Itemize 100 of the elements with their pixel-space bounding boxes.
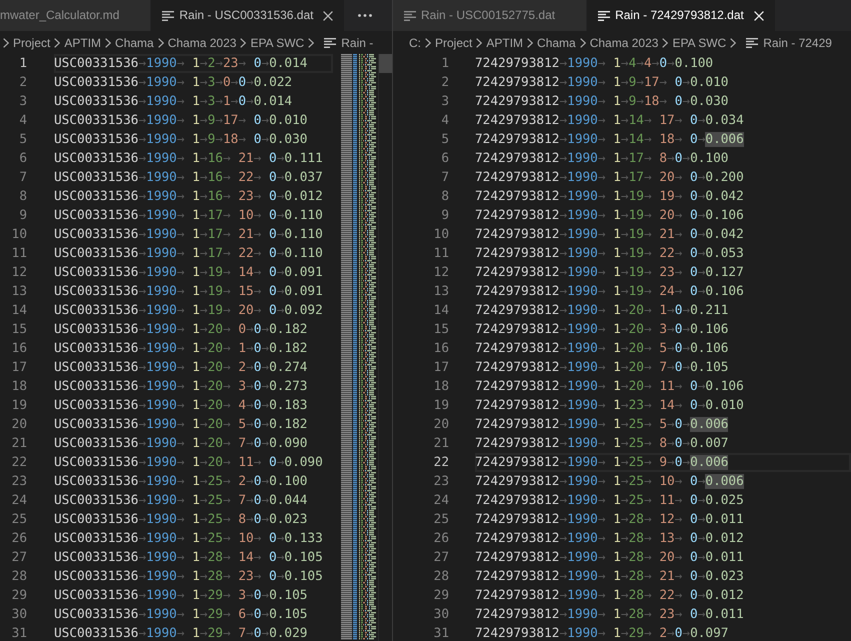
line-number: 3 <box>18 93 27 111</box>
chevron-right-icon <box>662 38 668 48</box>
line-number: 12 <box>10 264 27 282</box>
code-line: USC00331536→1990→ 1→25→ 10→ 0→0.133 <box>54 530 323 548</box>
line-number: 15 <box>10 321 27 339</box>
breadcrumb-item[interactable]: EPA SWC <box>672 36 726 50</box>
code-line: USC00331536→1990→ 1→20→ 0→0→0.182 <box>54 321 308 339</box>
line-number: 21 <box>432 435 449 453</box>
editor-tab[interactable]: Rain - USC00331536.dat <box>151 0 346 31</box>
breadcrumb-item[interactable]: Project <box>435 36 472 50</box>
code-line: USC00331536→1990→ 1→20→ 2→0→0.274 <box>54 359 308 377</box>
code-line: 72429793812→1990→ 1→9→18→ 0→0.030 <box>475 93 728 111</box>
chevron-right-icon <box>476 38 482 48</box>
lines-icon <box>404 10 416 20</box>
line-number: 31 <box>10 625 27 641</box>
line-number: 1 <box>18 55 27 73</box>
line-number: 2 <box>440 74 449 92</box>
code-line: USC00331536→1990→ 1→25→ 2→0→0.100 <box>54 473 308 491</box>
line-number: 18 <box>10 378 27 396</box>
breadcrumb-item[interactable]: C: <box>409 36 421 50</box>
code-line: USC00331536→1990→ 1→3→0→0→0.022 <box>54 74 292 92</box>
breadcrumb-item[interactable]: Rain - 72429 <box>746 36 832 50</box>
lines-icon <box>598 10 610 20</box>
ellipsis-icon <box>358 14 372 17</box>
code-line: USC00331536→1990→ 1→25→ 7→0→0.044 <box>54 492 308 510</box>
breadcrumb-item[interactable]: Chama 2023 <box>168 36 236 50</box>
line-number: 29 <box>432 587 449 605</box>
breadcrumb-item[interactable]: Chama 2023 <box>590 36 658 50</box>
breadcrumb-item[interactable]: APTIM <box>486 36 524 50</box>
line-number: 16 <box>432 340 449 358</box>
line-number: 23 <box>10 473 27 491</box>
chevron-right-icon <box>425 38 431 48</box>
editor-tab[interactable]: Rain - USC00152775.dat <box>393 0 588 31</box>
line-number: 5 <box>18 131 27 149</box>
line-number: 22 <box>432 454 449 472</box>
line-number: 25 <box>10 511 27 529</box>
code-line: USC00331536→1990→ 1→17→ 10→ 0→0.110 <box>54 207 323 225</box>
breadcrumb-item[interactable]: Project <box>13 36 50 50</box>
code-line: 72429793812→1990→ 1→20→ 1→0→0.211 <box>475 302 728 320</box>
code-line: USC00331536→1990→ 1→28→ 14→ 0→0.105 <box>54 549 323 567</box>
code-line: 72429793812→1990→ 1→19→ 20→ 0→0.106 <box>475 207 744 225</box>
code-line: 72429793812→1990→ 1→25→ 8→0→0.007 <box>475 435 728 453</box>
code-line: 72429793812→1990→ 1→20→ 3→0→0.106 <box>475 321 728 339</box>
lines-icon <box>324 38 336 48</box>
line-number: 24 <box>10 492 27 510</box>
code-line: 72429793812→1990→ 1→28→ 13→ 0→0.012 <box>475 530 744 548</box>
code-line: USC00331536→1990→ 1→9→18→ 0→0.030 <box>54 131 308 149</box>
line-number: 20 <box>10 416 27 434</box>
chevron-right-icon <box>527 38 534 48</box>
line-number: 13 <box>432 283 449 301</box>
line-number: 12 <box>432 264 449 282</box>
breadcrumb-item[interactable]: Chama <box>537 36 576 50</box>
code-line: USC00331536→1990→ 1→2→23→ 0→0.014 <box>54 55 308 73</box>
code-line: 72429793812→1990→ 1→19→ 21→ 0→0.042 <box>475 226 744 244</box>
code-line: USC00331536→1990→ 1→28→ 23→ 0→0.105 <box>54 568 323 586</box>
line-number: 30 <box>432 606 449 624</box>
breadcrumb-item[interactable]: APTIM <box>64 36 102 50</box>
line-number: 26 <box>432 530 449 548</box>
chevron-right-icon <box>105 38 112 48</box>
line-number: 25 <box>432 511 449 529</box>
line-number: 16 <box>10 340 27 358</box>
code-line: 72429793812→1990→ 1→14→ 18→ 0→0.006 <box>475 131 744 149</box>
code-line: 72429793812→1990→ 1→20→ 11→ 0→0.106 <box>475 378 744 396</box>
line-number: 17 <box>10 359 27 377</box>
line-number: 23 <box>432 473 449 491</box>
editor-tab[interactable]: mwater_Calculator.md <box>0 0 152 31</box>
scrollbar-thumb[interactable] <box>379 54 392 73</box>
line-number: 22 <box>10 454 27 472</box>
breadcrumb-item[interactable]: Chama <box>115 36 154 50</box>
code-line: 72429793812→1990→ 1→25→ 9→0→0.006 <box>475 454 728 472</box>
code-line: 72429793812→1990→ 1→23→ 14→ 0→0.010 <box>475 397 744 415</box>
code-line: USC00331536→1990→ 1→17→ 22→ 0→0.110 <box>54 245 323 263</box>
code-line: 72429793812→1990→ 1→28→ 20→ 0→0.011 <box>475 549 744 567</box>
code-line: 72429793812→1990→ 1→28→ 23→ 0→0.011 <box>475 606 744 624</box>
chevron-right-icon <box>240 38 246 48</box>
line-number: 28 <box>10 568 27 586</box>
code-line: USC00331536→1990→ 1→25→ 8→0→0.023 <box>54 511 308 529</box>
code-line: USC00331536→1990→ 1→19→ 20→ 0→0.092 <box>54 302 323 320</box>
code-line: 72429793812→1990→ 1→28→ 21→ 0→0.023 <box>475 568 744 586</box>
code-line: USC00331536→1990→ 1→20→ 5→0→0.182 <box>54 416 308 434</box>
breadcrumb-item[interactable]: Rain - <box>324 36 374 50</box>
code-line: 72429793812→1990→ 1→17→ 8→0→0.100 <box>475 150 728 168</box>
line-number: 28 <box>432 568 449 586</box>
code-line: USC00331536→1990→ 1→20→ 4→0→0.183 <box>54 397 308 415</box>
line-number: 26 <box>10 530 27 548</box>
lines-icon <box>746 38 758 48</box>
editor-tab[interactable]: Rain - 72429793812.dat <box>587 0 776 31</box>
code-line: USC00331536→1990→ 1→20→ 1→0→0.182 <box>54 340 308 358</box>
line-number: 10 <box>10 226 27 244</box>
line-number: 2 <box>18 74 27 92</box>
code-line: 72429793812→1990→ 1→29→ 2→0→0.097 <box>475 625 728 641</box>
close-icon <box>754 10 764 20</box>
line-number: 6 <box>440 150 449 168</box>
line-number: 4 <box>440 112 449 130</box>
code-line: USC00331536→1990→ 1→29→ 3→0→0.105 <box>54 587 308 605</box>
code-line: 72429793812→1990→ 1→14→ 17→ 0→0.034 <box>475 112 744 130</box>
line-number: 1 <box>440 55 449 73</box>
breadcrumb-item[interactable]: EPA SWC <box>250 36 304 50</box>
line-number: 19 <box>432 397 449 415</box>
line-number: 30 <box>10 606 27 624</box>
